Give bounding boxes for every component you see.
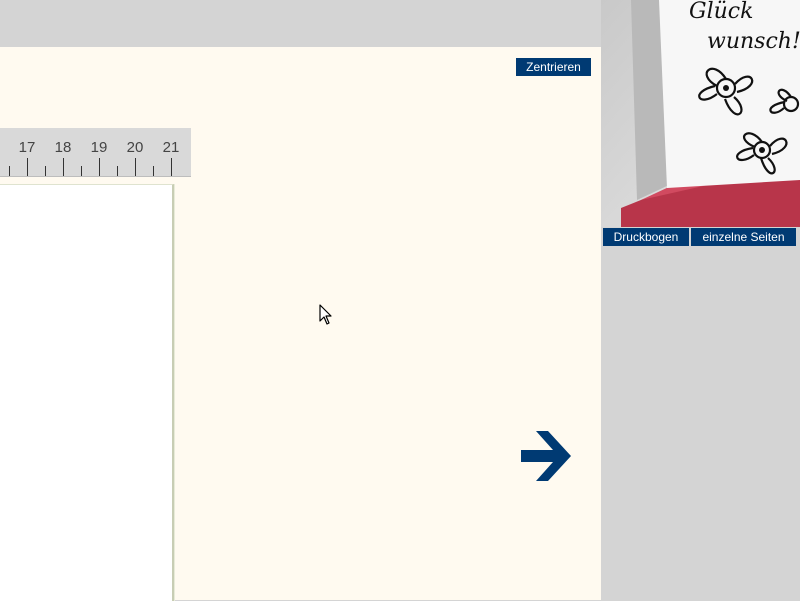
mouse-pointer-icon: [319, 304, 332, 325]
ruler-label-17: 17: [19, 139, 36, 156]
ruler-label-19: 19: [91, 139, 108, 156]
ruler-label-20: 20: [127, 139, 144, 156]
page-sheet[interactable]: [0, 184, 174, 601]
horizontal-ruler: 17 18 19 20 21: [0, 128, 191, 177]
ruler-scale: 17 18 19 20 21: [9, 139, 180, 176]
einzelne-seiten-button[interactable]: einzelne Seiten: [691, 228, 796, 246]
top-toolbar: [0, 0, 601, 47]
card-preview-image: Glück wunsch!: [601, 0, 800, 227]
card-text-line2: wunsch!: [707, 29, 800, 54]
ruler-label-18: 18: [55, 139, 72, 156]
ruler-label-21: 21: [163, 139, 180, 156]
center-button[interactable]: Zentrieren: [516, 58, 591, 76]
arrow-right-icon[interactable]: [518, 428, 574, 484]
druckbogen-button[interactable]: Druckbogen: [603, 228, 689, 246]
card-text-line1: Glück: [689, 0, 753, 24]
